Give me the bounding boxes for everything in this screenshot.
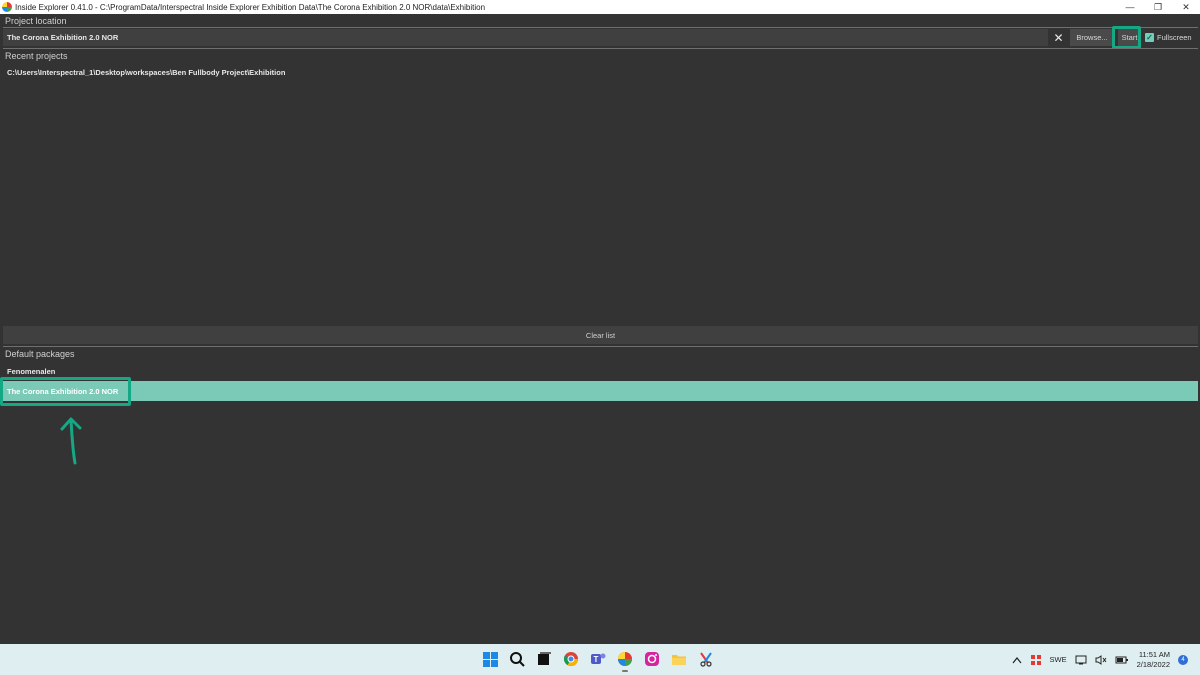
system-tray: SWE 11:51 AM 2/18/2022 4: [1012, 644, 1200, 675]
clear-list-button[interactable]: Clear list: [3, 326, 1198, 344]
recent-projects-label: Recent projects: [5, 51, 68, 61]
title-bar: Inside Explorer 0.41.0 - C:\ProgramData/…: [0, 0, 1200, 14]
clock[interactable]: 11:51 AM 2/18/2022: [1137, 650, 1170, 670]
search-icon[interactable]: [508, 650, 526, 668]
start-highlight-box: [1112, 26, 1141, 49]
default-packages-label: Default packages: [5, 349, 75, 359]
clock-date: 2/18/2022: [1136, 659, 1170, 669]
windows-start-icon[interactable]: [481, 650, 499, 668]
clock-time: 11:51 AM: [1138, 649, 1170, 659]
svg-text:T: T: [594, 655, 599, 664]
chrome-icon[interactable]: [562, 650, 580, 668]
taskbar: T SWE 11:51 AM 2/18/2022 4: [0, 644, 1200, 675]
package-highlight-box: [0, 377, 131, 406]
arrow-to-package-icon: [60, 417, 82, 465]
project-location-label: Project location: [5, 16, 67, 26]
restore-button[interactable]: ❐: [1144, 0, 1172, 14]
fullscreen-label: Fullscreen: [1157, 33, 1192, 42]
battery-icon[interactable]: [1115, 655, 1129, 665]
instagram-icon[interactable]: [643, 650, 661, 668]
taskbar-apps: T: [481, 650, 715, 672]
app-window: Inside Explorer 0.41.0 - C:\ProgramData/…: [0, 0, 1200, 675]
tray-overflow-icon[interactable]: [1012, 656, 1022, 664]
language-indicator[interactable]: SWE: [1050, 655, 1067, 664]
package-item-corona-exhibition[interactable]: The Corona Exhibition 2.0 NOR: [3, 381, 1198, 401]
browse-button[interactable]: Browse...: [1070, 29, 1114, 46]
fullscreen-checkbox[interactable]: ✓: [1145, 33, 1154, 42]
inside-explorer-icon[interactable]: [616, 650, 634, 672]
fullscreen-toggle[interactable]: ✓ Fullscreen: [1145, 31, 1192, 44]
minimize-button[interactable]: —: [1116, 0, 1144, 14]
snipping-tool-icon[interactable]: [697, 650, 715, 668]
recent-project-item[interactable]: C:\Users\Interspectral_1\Desktop\workspa…: [7, 68, 285, 77]
app-logo-icon: [2, 2, 12, 12]
task-view-icon[interactable]: [535, 650, 553, 668]
file-explorer-icon[interactable]: [670, 650, 688, 668]
project-location-row: The Corona Exhibition 2.0 NOR ✕ Browse..…: [3, 29, 1198, 46]
recent-projects-list: C:\Users\Interspectral_1\Desktop\workspa…: [3, 63, 1198, 323]
notification-badge[interactable]: 4: [1178, 654, 1188, 665]
teams-icon[interactable]: T: [589, 650, 607, 668]
package-item-fenomenalen[interactable]: Fenomenalen: [3, 362, 1198, 380]
window-controls: — ❐ ✕: [1116, 0, 1200, 14]
network-icon[interactable]: [1075, 655, 1087, 665]
volume-muted-icon[interactable]: [1095, 654, 1107, 665]
close-button[interactable]: ✕: [1172, 0, 1200, 14]
clear-location-icon[interactable]: ✕: [1049, 29, 1068, 46]
tray-app-icon[interactable]: [1030, 654, 1042, 666]
divider: [3, 27, 1198, 28]
window-title: Inside Explorer 0.41.0 - C:\ProgramData/…: [15, 2, 486, 12]
divider: [3, 48, 1198, 49]
project-location-input[interactable]: The Corona Exhibition 2.0 NOR: [3, 29, 1048, 46]
divider: [3, 346, 1198, 347]
